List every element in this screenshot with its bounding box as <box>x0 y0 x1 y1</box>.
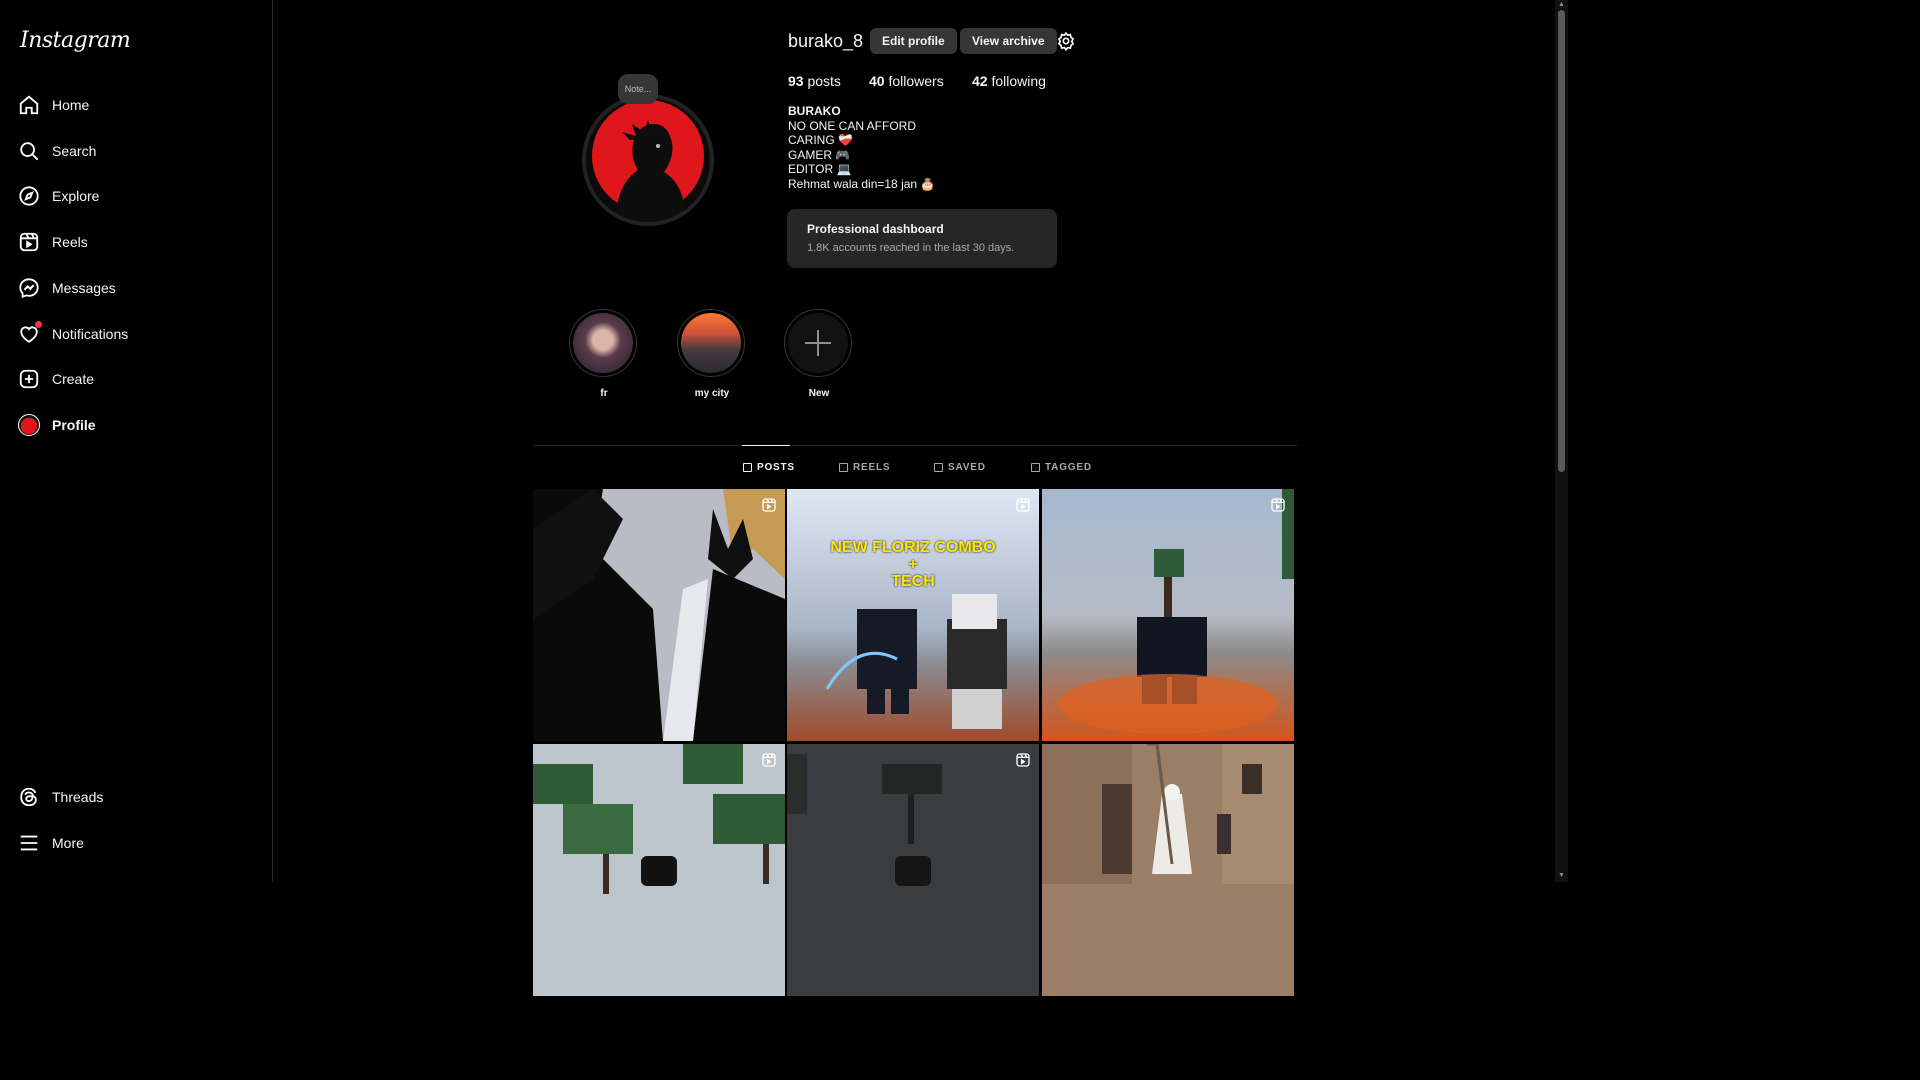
reel-badge-icon <box>1016 498 1030 512</box>
reel-badge-icon <box>1271 498 1285 512</box>
nav-notifications-label: Notifications <box>52 326 129 342</box>
compass-icon <box>18 185 40 207</box>
plus-square-icon <box>18 368 40 390</box>
post-tile[interactable] <box>787 744 1039 996</box>
post-tile[interactable] <box>533 489 785 741</box>
bio-text: NO ONE CAN AFFORD CARING ❤️‍🩹 GAMER 🎮 ED… <box>788 118 936 191</box>
highlight-thumbnail <box>681 313 741 373</box>
threads-icon <box>18 786 40 808</box>
followers-count[interactable]: 40 followers <box>869 73 944 89</box>
highlight-label: my city <box>694 388 730 399</box>
posts-count: 93 posts <box>788 73 841 89</box>
nav-notifications[interactable]: Notifications <box>18 316 128 352</box>
note-bubble[interactable]: Note... <box>618 74 658 104</box>
home-icon <box>18 94 40 116</box>
profile-picture[interactable] <box>582 94 714 226</box>
highlight-label: fr <box>600 388 608 399</box>
menu-icon <box>18 832 40 854</box>
nav-search[interactable]: Search <box>18 133 96 169</box>
notification-dot <box>35 321 42 328</box>
nav-profile[interactable]: Profile <box>18 407 96 443</box>
nav-reels-label: Reels <box>52 234 88 250</box>
scroll-up-arrow[interactable]: ▲ <box>1558 1 1565 8</box>
tab-posts[interactable]: POSTS <box>743 462 795 473</box>
post-tile[interactable] <box>1042 744 1294 996</box>
following-count[interactable]: 42 following <box>972 73 1046 89</box>
tag-icon <box>1031 463 1040 472</box>
bookmark-icon <box>934 463 943 472</box>
nav-home-label: Home <box>52 97 90 113</box>
reels-icon <box>18 231 40 253</box>
messenger-icon <box>18 277 40 299</box>
scroll-down-arrow[interactable]: ▼ <box>1558 872 1565 879</box>
view-archive-button[interactable]: View archive <box>960 28 1057 54</box>
reel-badge-icon <box>762 498 776 512</box>
post-caption: NEW FLORIZ COMBO + TECH <box>830 539 996 590</box>
tab-reels[interactable]: REELS <box>839 462 890 473</box>
nav-more[interactable]: More <box>18 825 84 861</box>
highlight-my-city[interactable]: my city <box>677 309 747 399</box>
search-icon <box>18 140 40 162</box>
post-tile[interactable] <box>1042 489 1294 741</box>
nav-search-label: Search <box>52 143 97 159</box>
scrollbar-thumb[interactable] <box>1558 10 1565 472</box>
post-tile[interactable]: NEW FLORIZ COMBO + TECH <box>787 489 1039 741</box>
nav-threads[interactable]: Threads <box>18 779 103 815</box>
nav-home[interactable]: Home <box>18 87 89 123</box>
sidebar: Instagram Home Search Explore Reels Mess… <box>0 0 273 882</box>
reel-badge-icon <box>762 753 776 767</box>
highlight-fr[interactable]: fr <box>569 309 639 399</box>
instagram-logo[interactable]: Instagram <box>20 28 131 53</box>
bio-name: BURAKO <box>788 104 841 118</box>
tab-saved[interactable]: SAVED <box>934 462 986 473</box>
highlight-thumbnail <box>573 313 633 373</box>
highlight-new[interactable]: New <box>784 309 854 399</box>
nav-explore-label: Explore <box>52 188 100 204</box>
active-tab-indicator <box>742 445 790 446</box>
reels-icon <box>839 463 848 472</box>
heart-icon <box>18 321 42 345</box>
nav-messages-label: Messages <box>52 280 116 296</box>
grid-icon <box>743 463 752 472</box>
nav-messages[interactable]: Messages <box>18 270 116 306</box>
nav-profile-label: Profile <box>52 417 96 433</box>
settings-gear-icon[interactable] <box>1056 31 1076 52</box>
plus-icon <box>788 313 848 373</box>
highlight-label: New <box>808 388 830 399</box>
profile-avatar-icon <box>18 414 40 436</box>
profile-username: burako_8 <box>788 31 864 51</box>
nav-threads-label: Threads <box>52 789 104 805</box>
nav-reels[interactable]: Reels <box>18 224 88 260</box>
tabs-divider <box>533 445 1297 446</box>
professional-dashboard-card[interactable]: Professional dashboard 1.8K accounts rea… <box>787 209 1057 268</box>
reel-badge-icon <box>1016 753 1030 767</box>
tab-tagged[interactable]: TAGGED <box>1031 462 1092 473</box>
dashboard-subtitle: 1.8K accounts reached in the last 30 day… <box>807 242 1015 254</box>
nav-more-label: More <box>52 835 84 851</box>
nav-create-label: Create <box>52 371 95 387</box>
post-tile[interactable] <box>533 744 785 996</box>
avatar <box>18 414 40 436</box>
nav-create[interactable]: Create <box>18 361 94 397</box>
profile-bio: BURAKO NO ONE CAN AFFORD CARING ❤️‍🩹 GAM… <box>788 104 935 192</box>
edit-profile-button[interactable]: Edit profile <box>870 28 957 54</box>
dashboard-title: Professional dashboard <box>807 222 944 236</box>
page-scrollbar[interactable]: ▲ ▼ <box>1555 0 1568 882</box>
profile-avatar-image <box>586 98 710 222</box>
nav-explore[interactable]: Explore <box>18 178 99 214</box>
